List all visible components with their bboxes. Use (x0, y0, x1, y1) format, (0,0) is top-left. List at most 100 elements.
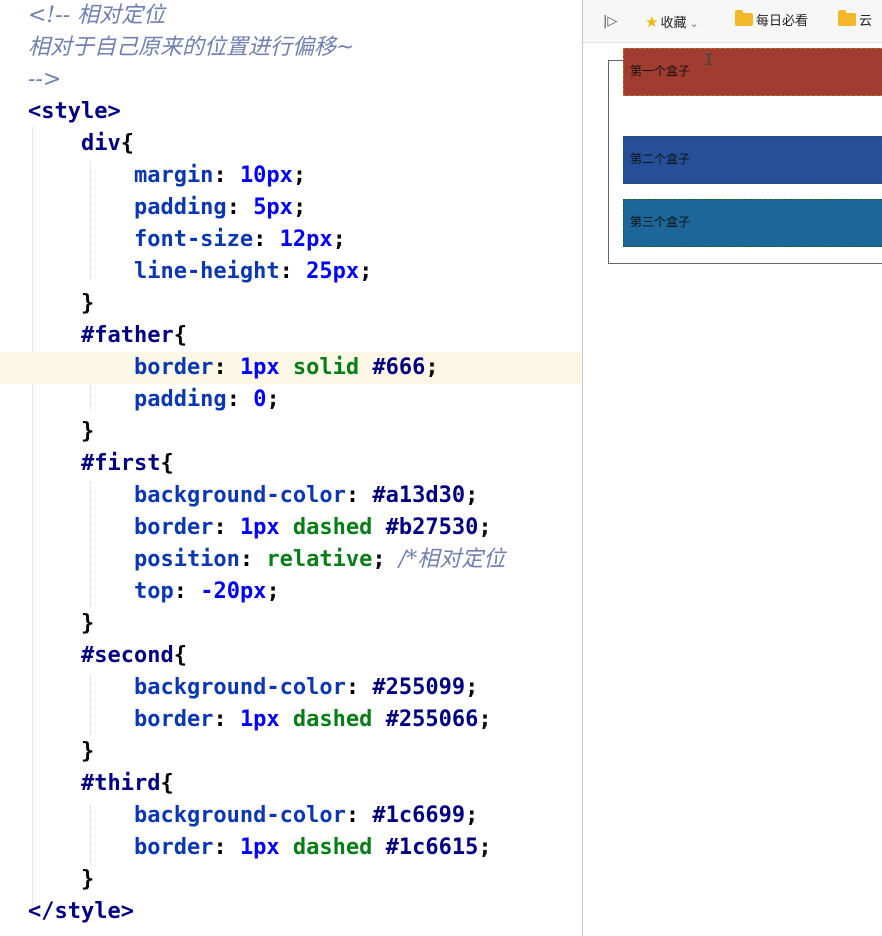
code-token: #a13d30 (372, 483, 466, 508)
code-line[interactable]: padding: 0; (0, 384, 582, 416)
code-token: { (173, 643, 187, 668)
code-line-text: background-color: #255099; (28, 672, 478, 704)
code-line[interactable]: background-color: #255099; (0, 672, 582, 704)
code-token: #second (28, 643, 174, 668)
code-token: #255099 (372, 675, 466, 700)
code-line-text: background-color: #1c6699; (28, 800, 478, 832)
code-token: 12px (279, 227, 333, 252)
bookmark-cloud-label: 云 (859, 14, 873, 29)
code-line[interactable]: #third{ (0, 768, 582, 800)
code-token: dashed (279, 835, 386, 860)
code-token: <!-- (28, 3, 78, 28)
code-line[interactable]: } (0, 864, 582, 896)
code-token: 5px (253, 195, 293, 220)
code-token: <style> (28, 99, 121, 124)
code-line[interactable]: margin: 10px; (0, 160, 582, 192)
code-token: ; (292, 195, 307, 220)
code-token: padding (28, 387, 227, 412)
code-line[interactable]: padding: 5px; (0, 192, 582, 224)
code-line-text: background-color: #a13d30; (28, 480, 478, 512)
code-token: 1px (239, 835, 280, 860)
code-token: 1px (239, 515, 280, 540)
code-line[interactable]: } (0, 736, 582, 768)
code-line[interactable]: } (0, 608, 582, 640)
code-line[interactable]: </style> (0, 896, 582, 928)
code-line[interactable]: border: 1px dashed #255066; (0, 704, 582, 736)
code-editor[interactable]: <!-- 相对定位 相对于自己原来的位置进行偏移~ --> <style> div{ … (0, 0, 582, 936)
code-token: border (28, 707, 214, 732)
code-line-text: #father{ (28, 320, 187, 352)
star-icon: ★ (645, 13, 659, 31)
code-line[interactable]: #first{ (0, 448, 582, 480)
code-line-text: } (28, 864, 94, 896)
code-token: : (345, 483, 373, 508)
code-token: : (345, 675, 373, 700)
code-line-text: 相对于自己原来的位置进行偏移~ (28, 32, 354, 64)
code-line-text: line-height: 25px; (28, 256, 372, 288)
code-token: #third (28, 771, 161, 796)
code-token: margin (28, 163, 214, 188)
code-line[interactable]: #father{ (0, 320, 582, 352)
code-token: 1px (239, 355, 280, 380)
code-token: : (279, 259, 307, 284)
code-line-text: } (28, 608, 94, 640)
code-line-text: } (28, 288, 94, 320)
code-line[interactable]: position: relative; /*相对定位 (0, 544, 582, 576)
code-line-text: margin: 10px; (28, 160, 306, 192)
code-token: { (160, 451, 174, 476)
code-line[interactable]: border: 1px solid #666; (0, 352, 582, 384)
code-token: border (28, 355, 214, 380)
first-box: 第一个盒子 (623, 48, 882, 96)
code-token: 1px (239, 707, 280, 732)
code-token: background-color (28, 675, 346, 700)
code-line[interactable]: div{ (0, 128, 582, 160)
folder-icon (735, 10, 753, 26)
code-token: dashed (279, 707, 386, 732)
code-line[interactable]: #second{ (0, 640, 582, 672)
code-token: padding (28, 195, 227, 220)
favorites-label: 收藏 (660, 16, 687, 31)
bookmark-daily[interactable]: 每日必看 (735, 10, 808, 32)
code-token: ; (465, 483, 479, 508)
code-line[interactable]: --> (0, 64, 582, 96)
code-token: border (28, 835, 214, 860)
code-token: ; (425, 355, 439, 380)
code-token: line-height (28, 259, 280, 284)
code-line[interactable]: } (0, 288, 582, 320)
code-token: ; (465, 675, 479, 700)
code-token: #father (28, 323, 174, 348)
code-line[interactable]: <style> (0, 96, 582, 128)
code-line[interactable]: 相对于自己原来的位置进行偏移~ (0, 32, 582, 64)
code-token: #255066 (385, 707, 479, 732)
code-token: ; (266, 579, 280, 604)
code-line[interactable]: background-color: #1c6699; (0, 800, 582, 832)
code-line[interactable]: background-color: #a13d30; (0, 480, 582, 512)
code-line[interactable]: border: 1px dashed #1c6615; (0, 832, 582, 864)
code-line[interactable]: <!-- 相对定位 (0, 0, 582, 32)
code-token: ; (478, 515, 492, 540)
code-token: div (28, 131, 121, 156)
code-line[interactable]: font-size: 12px; (0, 224, 582, 256)
code-token: : (213, 515, 240, 540)
code-token: ; (332, 227, 346, 252)
code-line-text: div{ (28, 128, 134, 160)
bookmark-cloud[interactable]: 云 (838, 10, 873, 32)
code-token: : (213, 163, 240, 188)
code-line-text: border: 1px dashed #b27530; (28, 512, 492, 544)
code-line[interactable]: top: -20px; (0, 576, 582, 608)
code-token: } (28, 291, 95, 316)
favorites-button[interactable]: ★ 收藏 ⌄ (645, 12, 699, 32)
code-token: 相对于自己原来的位置进行偏移~ (28, 35, 355, 60)
code-line-text: </style> (28, 896, 134, 928)
code-line[interactable]: line-height: 25px; (0, 256, 582, 288)
code-token: position (28, 547, 240, 572)
code-line[interactable]: border: 1px dashed #b27530; (0, 512, 582, 544)
text-cursor-icon: I (704, 50, 714, 69)
code-token: { (120, 131, 134, 156)
code-line[interactable]: } (0, 416, 582, 448)
code-line-text: --> (28, 64, 61, 96)
code-token: 相对定位 (77, 3, 166, 28)
code-line-text: <!-- 相对定位 (28, 0, 165, 32)
sidebar-toggle-icon[interactable]: |▷ (603, 12, 617, 32)
code-token: top (28, 579, 174, 604)
